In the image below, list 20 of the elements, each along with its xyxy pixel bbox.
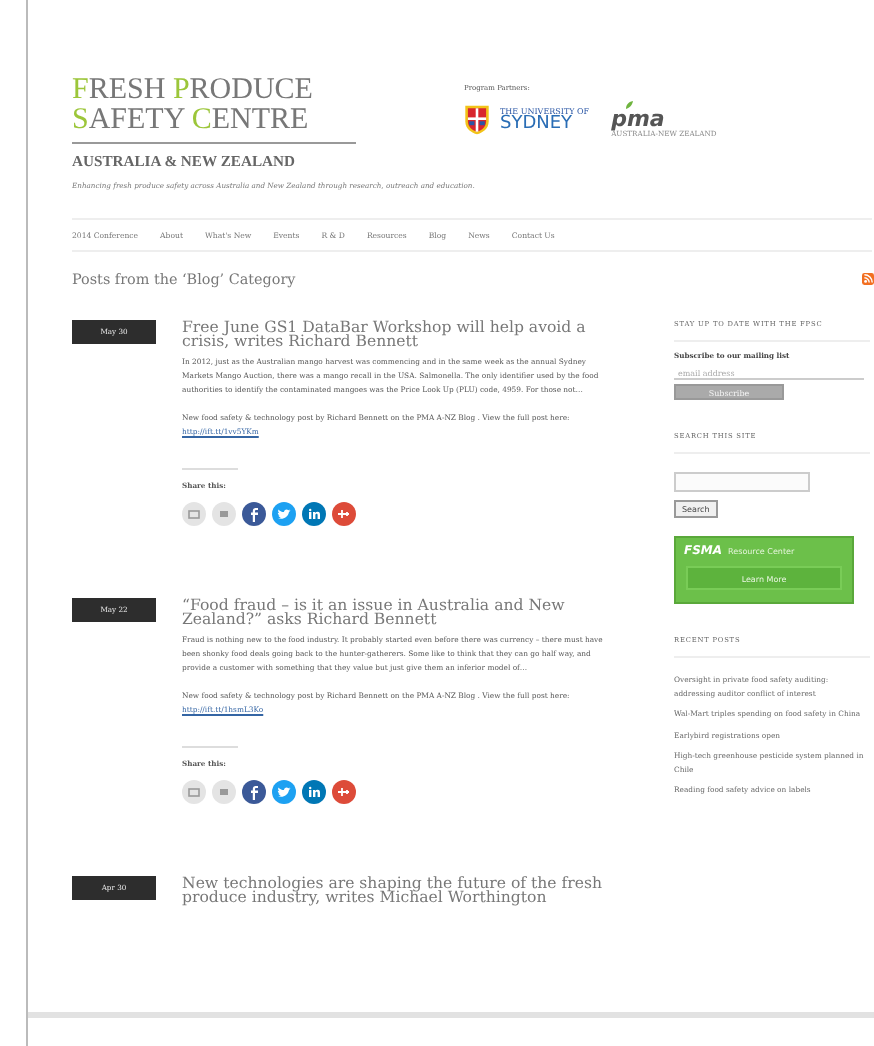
rss-icon[interactable]	[862, 272, 874, 286]
search-field[interactable]	[674, 472, 810, 492]
shield-icon	[464, 103, 490, 135]
twitter-icon[interactable]	[272, 780, 296, 805]
print-icon[interactable]	[212, 502, 236, 527]
leaf-icon	[623, 100, 634, 110]
email-icon[interactable]	[182, 502, 206, 527]
pma-logo-name: pma	[611, 110, 665, 130]
logo-title: FRESH PRODUCE	[72, 76, 315, 106]
logo-title: SAFETY CENTRE	[72, 106, 311, 136]
print-icon[interactable]	[212, 780, 236, 805]
linkedin-icon[interactable]	[302, 502, 326, 527]
email-icon[interactable]	[182, 780, 206, 805]
facebook-icon[interactable]	[242, 780, 266, 805]
google-plus-icon[interactable]	[332, 502, 356, 527]
twitter-icon[interactable]	[272, 502, 296, 527]
facebook-icon[interactable]	[242, 502, 266, 527]
linkedin-icon[interactable]	[302, 780, 326, 805]
university-logo-name: SYDNEY	[500, 115, 573, 133]
google-plus-icon[interactable]	[332, 780, 356, 805]
